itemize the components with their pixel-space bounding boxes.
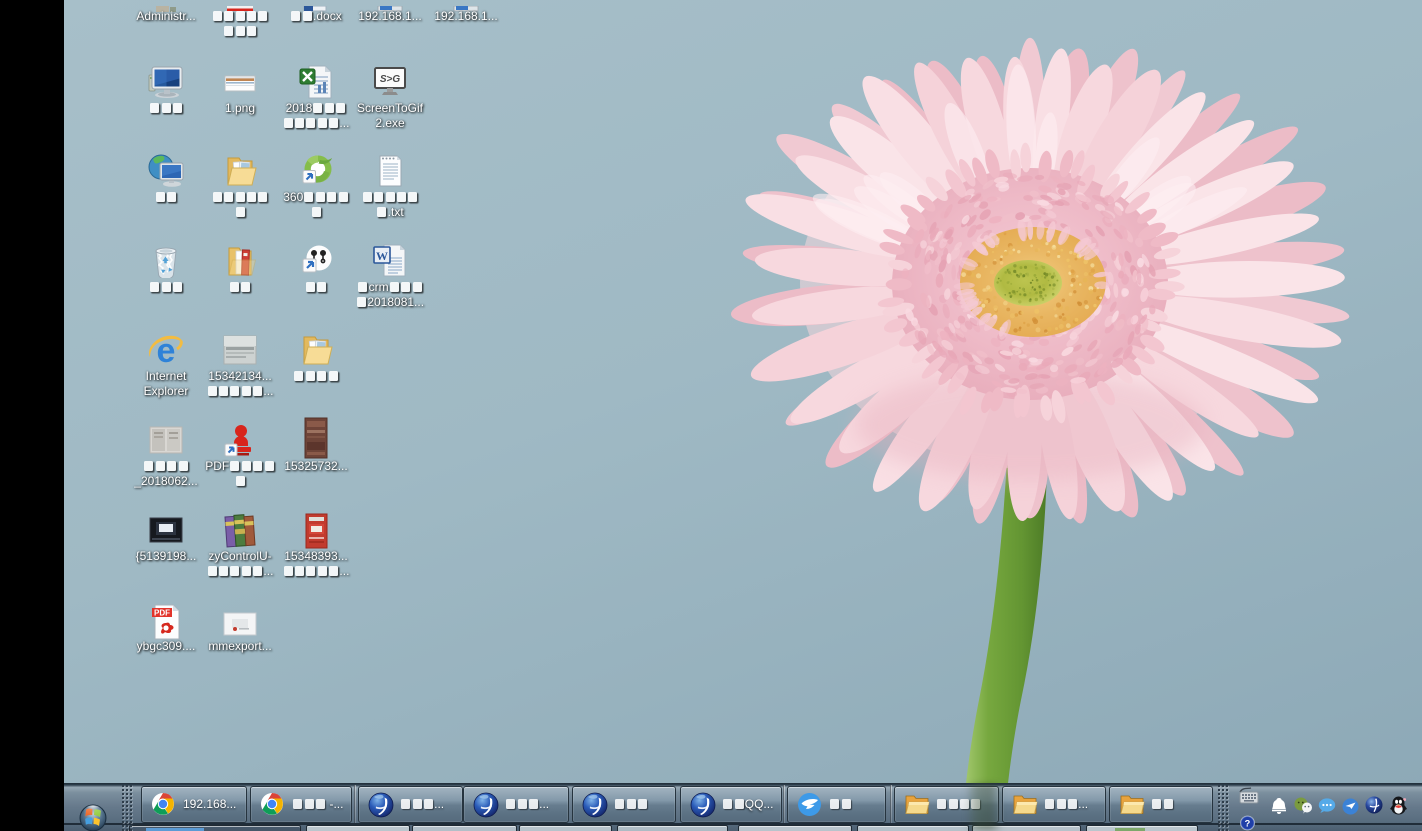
svg-text:?: ?	[1245, 818, 1251, 828]
svg-text:S>G: S>G	[380, 74, 401, 85]
svg-text:W: W	[376, 249, 388, 263]
svg-text:PDF: PDF	[154, 609, 170, 618]
